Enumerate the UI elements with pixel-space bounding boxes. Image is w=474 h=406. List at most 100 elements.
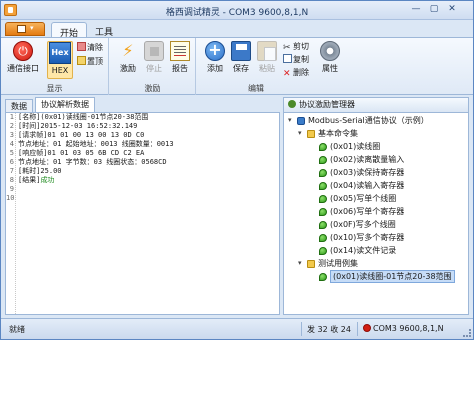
line-number: 2 <box>9 122 14 130</box>
code-line-text: 节点地址：01 字节数：03 线圈状态：0568CD <box>18 158 167 166</box>
code-line-text: [耗时]25.00 <box>18 167 62 175</box>
code-line-text: 节点地址：01 起始地址：0013 线圈数量：0013 <box>18 140 174 148</box>
power-icon <box>13 41 33 61</box>
status-connection[interactable]: COM3 9600,8,1,N <box>363 324 444 333</box>
tab-tools[interactable]: 工具 <box>87 22 121 38</box>
application-menu-icon <box>17 25 26 33</box>
tree-item[interactable]: (0x03)读保持寄存器 <box>284 166 468 179</box>
tree-root[interactable]: ▾ Modbus-Serial通信协议（示例） <box>284 114 468 127</box>
leaf-icon <box>319 195 327 203</box>
scissors-icon: ✂ <box>283 43 291 53</box>
app-window: 格西调试精灵 - COM3 9600,8,1,N — ▢ ✕ ▾ 开始 工具 通… <box>0 0 474 340</box>
delete-button[interactable]: ✕ 删除 <box>283 67 309 79</box>
code-lines: [名称](0x01)读线圈-01节点20-38范围 [时间]2015-12-03… <box>18 113 280 203</box>
tree-item-label: (0x02)读离散量输入 <box>330 155 405 164</box>
resize-grip-icon[interactable] <box>463 329 471 337</box>
leaf-icon <box>319 273 327 281</box>
stimulus-manager-header: 协议激励管理器 <box>284 98 468 113</box>
pin-top-label: 置顶 <box>87 57 103 66</box>
tree-item[interactable]: (0x01)读线圈-01节点20-38范围 <box>284 270 468 283</box>
tab-data[interactable]: 数据 <box>5 99 33 112</box>
chevron-down-icon[interactable]: ▾ <box>298 127 302 140</box>
tree-item[interactable]: (0x02)读离散量输入 <box>284 153 468 166</box>
status-counts: 发 32 收 24 <box>307 325 351 334</box>
line-number-gutter: 1 2 3 4 5 6 7 8 9 10 <box>6 113 16 314</box>
comm-port-button[interactable]: 通信接口 <box>5 41 41 79</box>
result-status: 成功 <box>40 176 55 184</box>
line-number: 10 <box>6 194 15 202</box>
line-number: 1 <box>9 113 14 121</box>
folder-icon <box>307 260 315 268</box>
properties-button[interactable]: 属性 <box>315 41 345 79</box>
pin-top-button[interactable]: 置顶 <box>77 56 103 67</box>
group-edit-label: 编辑 <box>248 84 264 93</box>
line-number: 7 <box>9 167 14 175</box>
code-line-text: [名称](0x01)读线圈-01节点20-38范围 <box>18 113 149 121</box>
close-icon[interactable]: ✕ <box>445 3 459 16</box>
status-bar: 就绪 发 32 收 24 COM3 9600,8,1,N <box>1 318 473 339</box>
chevron-down-icon[interactable]: ▾ <box>288 114 292 127</box>
properties-label: 属性 <box>322 64 338 73</box>
hex-toggle-button[interactable]: Hex HEX <box>47 41 73 79</box>
tree-item[interactable]: (0x01)读线圈 <box>284 140 468 153</box>
comm-port-label: 通信接口 <box>7 64 39 73</box>
status-separator <box>301 322 302 336</box>
leaf-icon <box>319 169 327 177</box>
paste-button[interactable]: 粘贴 <box>252 41 282 79</box>
protocol-stimulus-manager: 协议激励管理器 ▾ Modbus-Serial通信协议（示例） ▾ 基本命令集 (0x0… <box>283 97 469 315</box>
tree-item[interactable]: (0x14)读文件记录 <box>284 244 468 257</box>
line-number: 8 <box>9 176 14 184</box>
tree-folder[interactable]: ▾ 测试用例集 <box>284 257 468 270</box>
status-separator <box>357 322 358 336</box>
tree-item-label: 测试用例集 <box>318 259 358 268</box>
code-line: 节点地址：01 起始地址：0013 线圈数量：0013 <box>18 140 280 149</box>
gear-icon <box>320 41 340 61</box>
chevron-down-icon[interactable]: ▾ <box>298 257 302 270</box>
leaf-icon <box>319 208 327 216</box>
tree-item[interactable]: (0x0F)写多个线圈 <box>284 218 468 231</box>
connection-text: COM3 9600,8,1,N <box>373 324 444 333</box>
stop-icon <box>144 41 164 61</box>
line-number: 5 <box>9 149 14 157</box>
folder-icon <box>307 130 315 138</box>
code-line: 节点地址：01 字节数：03 线圈状态：0568CD <box>18 158 280 167</box>
tree-item[interactable]: (0x05)写单个线圈 <box>284 192 468 205</box>
application-menu-button[interactable]: ▾ <box>5 22 45 36</box>
line-number: 3 <box>9 131 14 139</box>
connection-status-icon <box>363 324 371 332</box>
data-pane-tabs: 数据 协议解析数据 <box>5 97 280 112</box>
code-line: [时间]2015-12-03 16:52:32.149 <box>18 122 280 131</box>
group-stimulus-label: 激励 <box>144 84 161 93</box>
tree-item[interactable]: (0x04)读输入寄存器 <box>284 179 468 192</box>
report-button[interactable]: 报告 <box>165 41 195 79</box>
tree-folder[interactable]: ▾ 基本命令集 <box>284 127 468 140</box>
group-display: 通信接口 Hex HEX 清除 置顶 显示 <box>1 38 109 95</box>
tree-item-label: (0x04)读输入寄存器 <box>330 181 405 190</box>
tab-protocol-parse-data[interactable]: 协议解析数据 <box>35 97 95 112</box>
tree-item-label: (0x05)写单个线圈 <box>330 194 397 203</box>
protocol-tree: ▾ Modbus-Serial通信协议（示例） ▾ 基本命令集 (0x01)读线圈 (0x… <box>284 114 468 283</box>
code-line-text: [时间]2015-12-03 16:52:32.149 <box>18 122 138 130</box>
clear-button[interactable]: 清除 <box>77 42 103 53</box>
cut-button[interactable]: ✂ 剪切 <box>283 41 309 53</box>
window-title: 格西调试精灵 - COM3 9600,8,1,N <box>165 8 309 18</box>
protocol-icon <box>297 117 305 125</box>
tree-item[interactable]: (0x06)写单个寄存器 <box>284 205 468 218</box>
tab-home[interactable]: 开始 <box>51 22 88 39</box>
tree-item-label: (0x01)读线圈-01节点20-38范围 <box>330 270 455 283</box>
tree-item-label: (0x01)读线圈 <box>330 142 381 151</box>
tree-item-label: (0x14)读文件记录 <box>330 246 397 255</box>
leaf-icon <box>319 143 327 151</box>
tree-item[interactable]: (0x10)写多个寄存器 <box>284 231 468 244</box>
maximize-icon[interactable]: ▢ <box>427 3 441 16</box>
paste-label: 粘贴 <box>259 64 275 73</box>
code-line: [响应帧]01 01 03 05 6B CD C2 EA <box>18 149 280 158</box>
minimize-icon[interactable]: — <box>409 3 423 16</box>
copy-button[interactable]: 复制 <box>283 54 309 65</box>
copy-label: 复制 <box>293 55 309 64</box>
leaf-icon <box>319 221 327 229</box>
tree-item-label: (0x06)写单个寄存器 <box>330 207 405 216</box>
protocol-parse-editor[interactable]: 1 2 3 4 5 6 7 8 9 10 [名称](0x01)读线圈-01节点2… <box>5 112 280 315</box>
code-line: [结果]成功 <box>18 176 280 185</box>
